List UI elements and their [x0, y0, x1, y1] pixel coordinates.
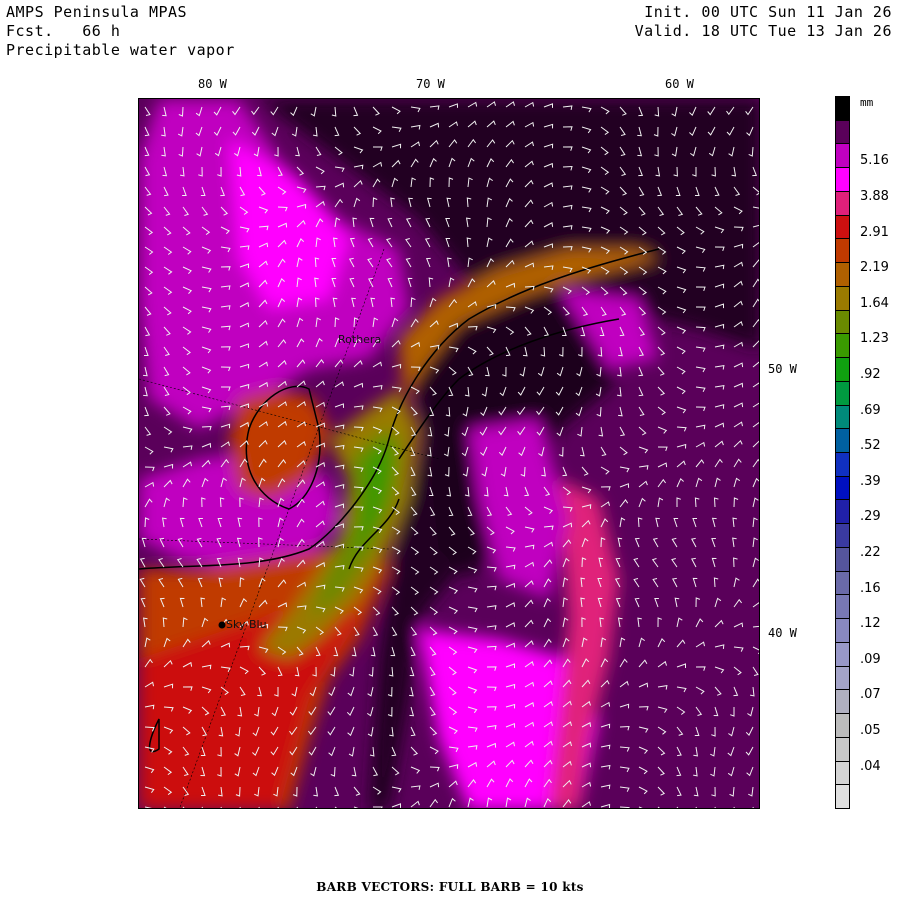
colorbar-label: .16: [860, 580, 881, 596]
colorbar-swatch: [835, 309, 850, 335]
lat-label-50w: 50 W: [768, 362, 797, 376]
valid-time: Valid. 18 UTC Tue 13 Jan 26: [634, 22, 892, 40]
colorbar-label: .92: [860, 366, 881, 382]
colorbar-label: 2.91: [860, 224, 889, 240]
colorbar-swatch: [835, 119, 850, 145]
colorbar-label: .39: [860, 473, 881, 489]
station-label-rothera: Rothera: [338, 333, 382, 346]
colorbar-label: 1.64: [860, 295, 889, 311]
colorbar-label: .09: [860, 651, 881, 667]
colorbar-swatch: [835, 594, 850, 620]
lon-label-60w: 60 W: [665, 77, 694, 91]
colorbar-swatch: [835, 760, 850, 786]
colorbar-swatch: [835, 96, 850, 121]
forecast-hour: Fcst. 66 h: [6, 22, 121, 40]
colorbar-swatch: [835, 238, 850, 264]
colorbar-label: 3.88: [860, 188, 889, 204]
colorbar-swatch: [835, 428, 850, 453]
colorbar-swatch: [835, 689, 850, 715]
map-canvas: [139, 99, 759, 808]
colorbar-unit: mm: [860, 96, 874, 109]
colorbar-label: 1.23: [860, 331, 889, 347]
colorbar-swatch: [835, 214, 850, 240]
colorbar-swatch: [835, 665, 850, 691]
colorbar-label: .07: [860, 687, 881, 703]
colorbar-swatch: [835, 641, 850, 667]
colorbar-swatch: [835, 333, 850, 359]
colorbar-swatch: [835, 285, 850, 311]
header-right: Init. 00 UTC Sun 11 Jan 26 Valid. 18 UTC…: [635, 3, 892, 41]
colorbar-swatch: [835, 452, 850, 477]
lon-label-80w: 80 W: [198, 77, 227, 91]
station-label-sky-blu: Sky Blu: [226, 618, 267, 631]
colorbar-swatch: [835, 357, 850, 382]
colorbar-label: .29: [860, 509, 881, 525]
colorbar-label: 2.19: [860, 260, 889, 276]
colorbar-label: .22: [860, 544, 881, 560]
colorbar-label: .04: [860, 758, 881, 774]
model-title: AMPS Peninsula MPAS: [6, 3, 188, 21]
colorbar-label: 5.16: [860, 153, 889, 169]
wind-barb: [373, 806, 383, 808]
barb-footer: BARB VECTORS: FULL BARB = 10 kts: [316, 880, 584, 894]
init-time: Init. 00 UTC Sun 11 Jan 26: [644, 3, 892, 21]
lat-label-40w: 40 W: [768, 626, 797, 640]
colorbar-swatch: [835, 475, 850, 501]
colorbar-swatch: [835, 262, 850, 287]
colorbar-swatch: [835, 499, 850, 525]
wind-barb: [619, 806, 630, 808]
colorbar-swatch: [835, 523, 850, 548]
pwv-map: [138, 98, 760, 809]
colorbar-swatch: [835, 618, 850, 643]
colorbar-label: .52: [860, 438, 881, 454]
field-title: Precipitable water vapor: [6, 41, 235, 59]
colorbar-swatch: [835, 736, 850, 762]
colorbar-swatch: [835, 143, 850, 169]
header-left: AMPS Peninsula MPAS Fcst. 66 h Precipita…: [6, 3, 235, 60]
colorbar-swatch: [835, 380, 850, 406]
colorbar-label: .69: [860, 402, 881, 418]
colorbar-swatch: [835, 190, 850, 216]
colorbar-swatch: [835, 546, 850, 572]
colorbar-swatch: [835, 570, 850, 596]
colorbar-swatch: [835, 167, 850, 192]
station-marker-sky-blu: [218, 621, 226, 629]
lon-label-70w: 70 W: [416, 77, 445, 91]
colorbar-label: .12: [860, 616, 881, 632]
colorbar-swatch: [835, 784, 850, 809]
colorbar-swatch: [835, 713, 850, 738]
colorbar-swatch: [835, 404, 850, 430]
colorbar-label: .05: [860, 722, 881, 738]
